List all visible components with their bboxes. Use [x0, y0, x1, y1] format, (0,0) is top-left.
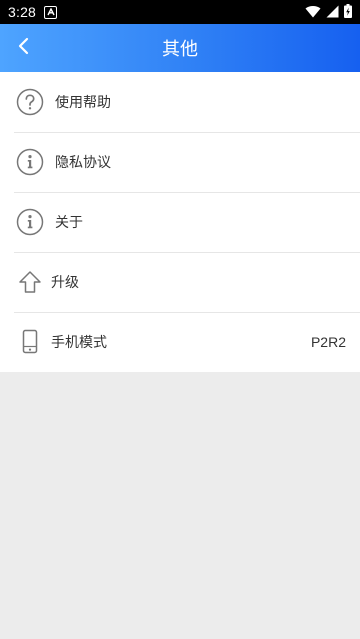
- question-circle-icon: [16, 88, 44, 116]
- phone-icon: [16, 328, 44, 356]
- a-icon: [44, 5, 58, 19]
- menu-item-privacy[interactable]: 隐私协议: [0, 132, 360, 192]
- menu-item-help[interactable]: 使用帮助: [0, 72, 360, 132]
- status-time: 3:28: [8, 4, 37, 20]
- menu-list: 使用帮助 隐私协议 关于 升级 手机模式 P2R2: [0, 72, 360, 372]
- info-circle-icon: [16, 208, 44, 236]
- chevron-left-icon: [17, 37, 31, 59]
- back-button[interactable]: [8, 32, 40, 64]
- status-bar: 3:28: [0, 0, 360, 24]
- menu-item-label: 使用帮助: [55, 95, 111, 111]
- menu-item-phone-mode[interactable]: 手机模式 P2R2: [0, 312, 360, 372]
- menu-item-label: 升级: [51, 275, 79, 291]
- signal-icon: [326, 3, 339, 22]
- menu-item-label: 手机模式: [51, 335, 107, 351]
- wifi-icon: [305, 3, 321, 22]
- menu-item-label: 关于: [55, 215, 83, 231]
- arrow-up-outline-icon: [16, 268, 44, 296]
- app-header: 其他: [0, 24, 360, 72]
- page-title: 其他: [162, 39, 198, 60]
- screen: 3:28 其他 使用帮助 隐私协议 关于 升级 手机模式 P2R2: [0, 0, 360, 639]
- battery-charging-icon: [344, 3, 352, 22]
- phone-mode-value: P2R2: [310, 334, 346, 350]
- info-circle-icon: [16, 148, 44, 176]
- status-icons: [305, 3, 352, 22]
- menu-item-upgrade[interactable]: 升级: [0, 252, 360, 312]
- menu-item-about[interactable]: 关于: [0, 192, 360, 252]
- menu-item-label: 隐私协议: [55, 155, 111, 171]
